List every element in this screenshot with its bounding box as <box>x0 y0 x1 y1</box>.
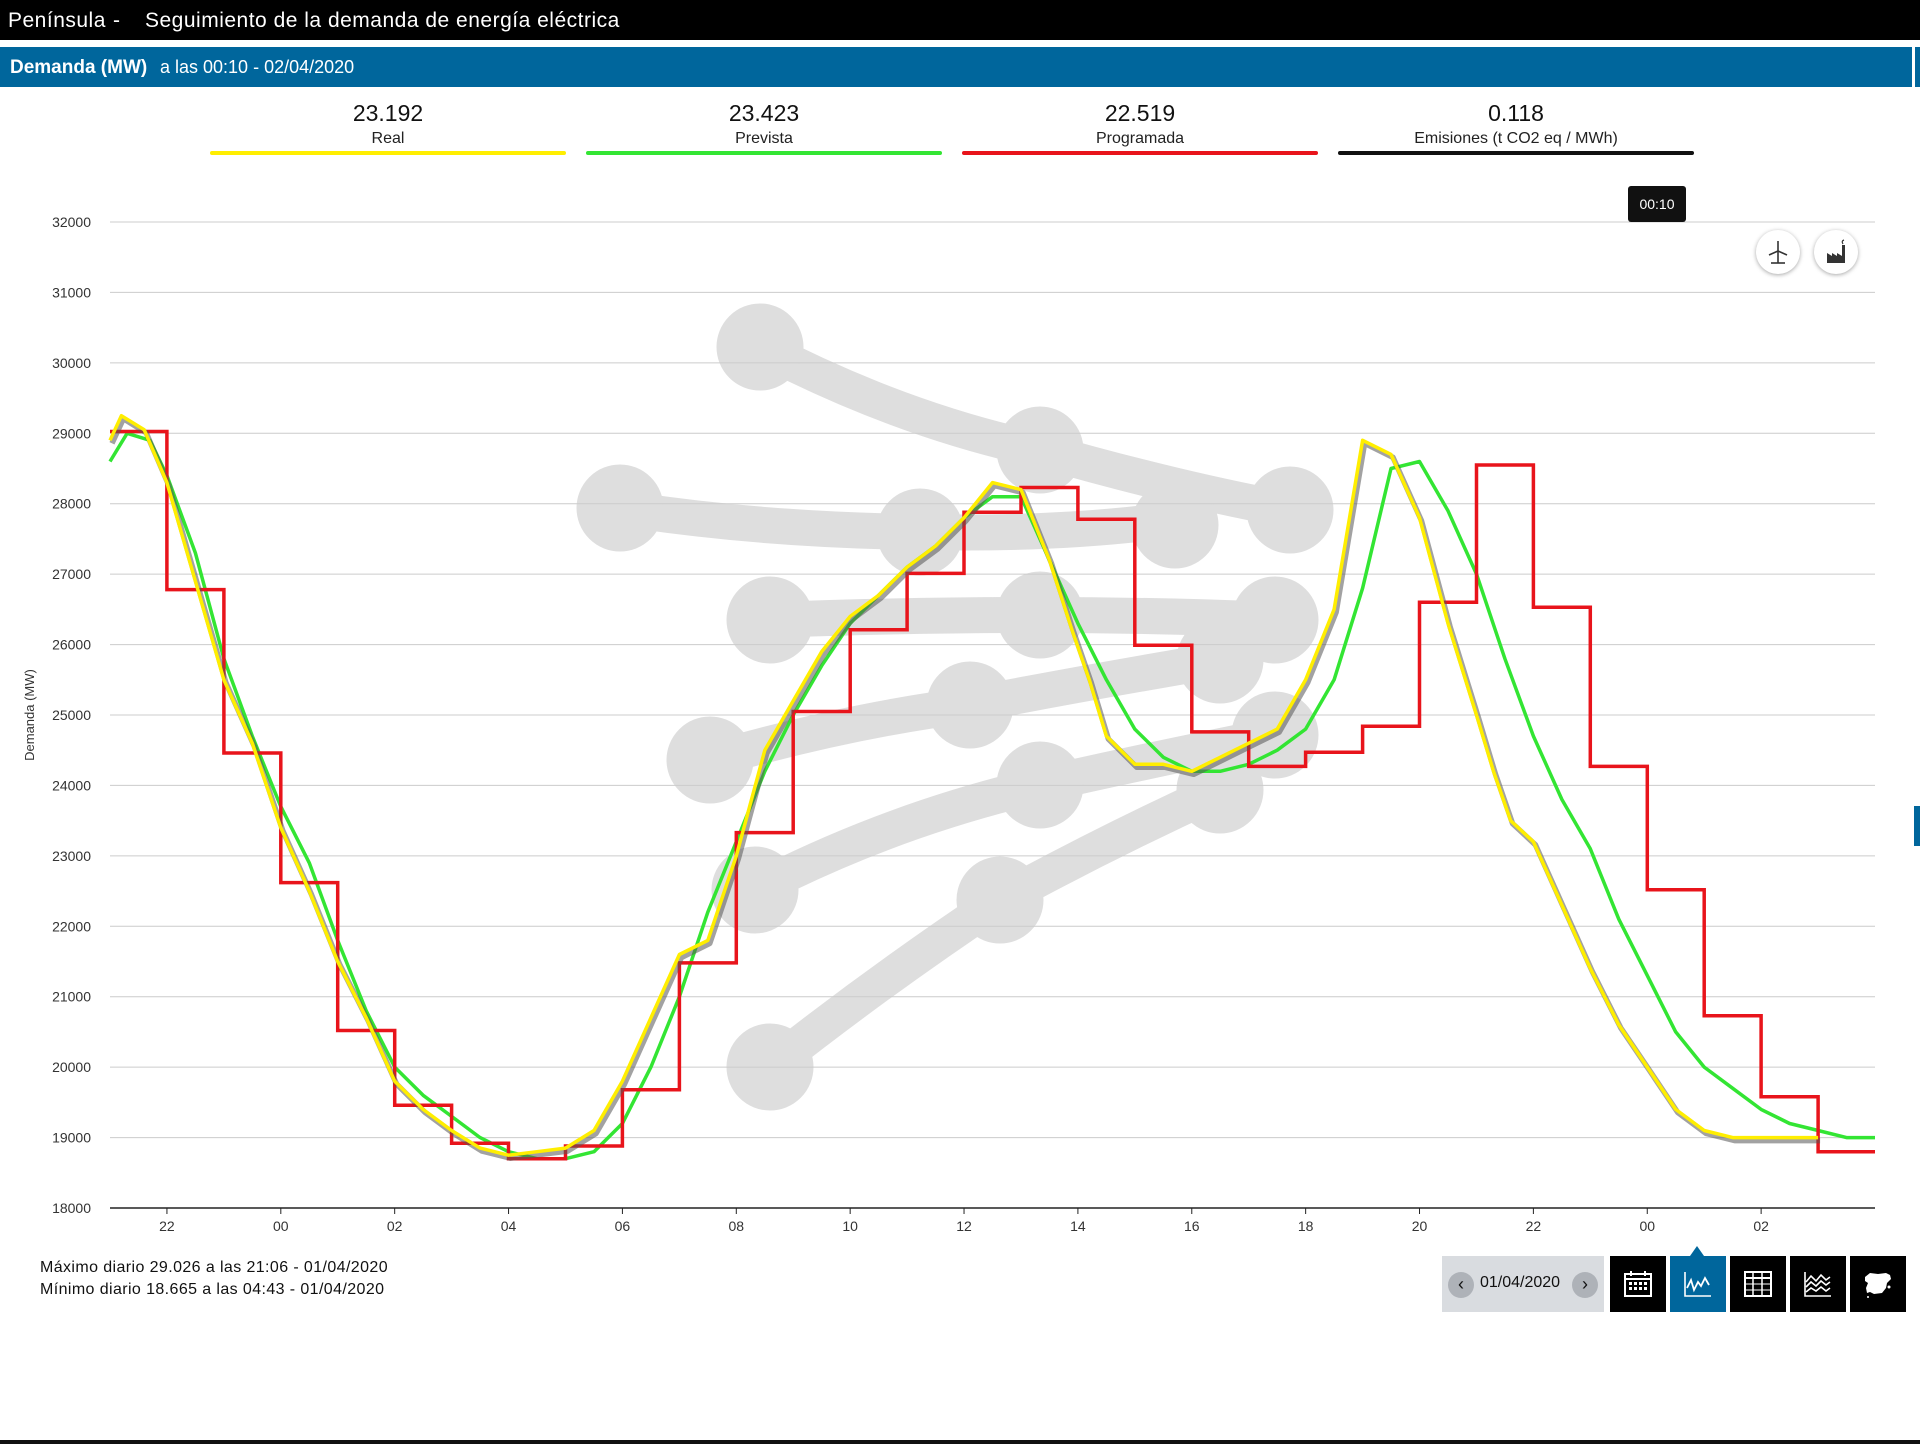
y-tick-label: 30000 <box>52 355 91 371</box>
x-tick-label: 08 <box>729 1218 745 1234</box>
kpi-programada-line <box>962 151 1318 155</box>
x-tick-label: 12 <box>956 1218 972 1234</box>
demand-time: a las 00:10 - 02/04/2020 <box>160 57 355 77</box>
y-tick-label: 21000 <box>52 989 91 1005</box>
y-tick-label: 19000 <box>52 1130 91 1146</box>
demand-header: Demanda (MW) a las 00:10 - 02/04/2020 <box>0 47 1912 87</box>
spain-map-icon <box>1865 1273 1891 1298</box>
demand-chart[interactable]: 32000 31000 30000 29000 28000 27000 26000 25000… <box>0 160 1920 1240</box>
page-title: Seguimiento de la demanda de energía elé… <box>145 9 620 32</box>
y-tick-label: 26000 <box>52 637 91 653</box>
line-chart-icon <box>1684 1272 1711 1297</box>
x-tick-label: 00 <box>273 1218 289 1234</box>
region-name: Península <box>8 9 106 32</box>
calendar-icon <box>1624 1271 1652 1297</box>
y-tick-label: 32000 <box>52 214 91 230</box>
kpi-prevista[interactable]: 23.423 Prevista <box>586 98 942 158</box>
active-view-indicator <box>1690 1246 1704 1256</box>
y-tick-label: 23000 <box>52 848 91 864</box>
x-tick-label: 16 <box>1184 1218 1200 1234</box>
x-tick-label: 22 <box>159 1218 175 1234</box>
kpi-prevista-line <box>586 151 942 155</box>
kpi-emisiones-value: 0.118 <box>1488 100 1544 126</box>
x-tick-label: 20 <box>1412 1218 1428 1234</box>
factory-icon <box>1827 239 1845 263</box>
bottom-border <box>0 1440 1920 1444</box>
chart-grid <box>110 221 1875 1209</box>
calendar-view-button[interactable] <box>1610 1256 1666 1312</box>
selected-date[interactable]: 01/04/2020 <box>1480 1274 1560 1292</box>
kpi-emisiones-line <box>1338 151 1694 155</box>
y-axis-label: Demanda (MW) <box>22 669 37 761</box>
wind-generation-button[interactable] <box>1756 230 1800 274</box>
kpi-prevista-label: Prevista <box>735 130 793 147</box>
y-tick-label: 31000 <box>52 284 91 300</box>
kpi-real[interactable]: 23.192 Real <box>210 98 566 158</box>
map-view-button[interactable] <box>1850 1256 1906 1312</box>
ree-logo-watermark <box>576 303 1334 1111</box>
kpi-programada-label: Programada <box>1095 130 1185 147</box>
emissions-button[interactable] <box>1814 230 1858 274</box>
kpi-emisiones[interactable]: 0.118 Emisiones (t CO2 eq / MWh) <box>1338 98 1694 158</box>
daily-max-text: Máximo diario 29.026 a las 21:06 - 01/04… <box>40 1259 388 1276</box>
time-tooltip: 00:10 <box>1628 186 1686 222</box>
y-tick-label: 25000 <box>52 707 91 723</box>
date-selector: ‹ 01/04/2020 › <box>1442 1256 1604 1312</box>
scroll-indicator-top <box>1915 47 1920 87</box>
title-separator: - <box>113 9 121 32</box>
table-icon <box>1744 1271 1772 1297</box>
x-tick-label: 10 <box>842 1218 858 1234</box>
y-tick-label: 29000 <box>52 425 91 441</box>
y-tick-label: 22000 <box>52 918 91 934</box>
x-tick-label: 06 <box>615 1218 631 1234</box>
kpi-programada[interactable]: 22.519 Programada <box>962 98 1318 158</box>
y-tick-label: 20000 <box>52 1059 91 1075</box>
kpi-real-value: 23.192 <box>352 100 424 126</box>
y-axis: 32000 31000 30000 29000 28000 27000 26000 25000… <box>52 214 91 1216</box>
top-bar: Península - Seguimiento de la demanda de… <box>0 0 1920 40</box>
table-view-button[interactable] <box>1730 1256 1786 1312</box>
kpi-prevista-value: 23.423 <box>728 100 800 126</box>
x-axis: 22 00 02 04 06 08 10 12 14 16 18 20 22 00 02 <box>159 1208 1769 1234</box>
x-tick-label: 02 <box>387 1218 403 1234</box>
x-tick-label: 22 <box>1526 1218 1542 1234</box>
y-tick-label: 18000 <box>52 1200 91 1216</box>
x-tick-label: 18 <box>1298 1218 1314 1234</box>
area-chart-view-button[interactable] <box>1790 1256 1846 1312</box>
line-chart-view-button[interactable] <box>1670 1256 1726 1312</box>
demand-label: Demanda (MW) <box>10 57 148 78</box>
wind-turbine-icon <box>1768 241 1788 264</box>
kpi-programada-value: 22.519 <box>1104 100 1176 126</box>
daily-min-text: Mínimo diario 18.665 a las 04:43 - 01/04… <box>40 1281 385 1298</box>
x-tick-label: 00 <box>1639 1218 1655 1234</box>
kpi-real-label: Real <box>371 130 405 147</box>
y-tick-label: 24000 <box>52 777 91 793</box>
previous-day-button[interactable]: ‹ <box>1448 1272 1474 1298</box>
y-tick-label: 27000 <box>52 566 91 582</box>
x-tick-label: 02 <box>1753 1218 1769 1234</box>
x-tick-label: 14 <box>1070 1218 1086 1234</box>
next-day-button[interactable]: › <box>1572 1272 1598 1298</box>
kpi-real-line <box>210 151 566 155</box>
kpi-emisiones-label: Emisiones (t CO2 eq / MWh) <box>1414 130 1618 147</box>
y-tick-label: 28000 <box>52 496 91 512</box>
area-chart-icon <box>1804 1272 1831 1297</box>
x-tick-label: 04 <box>501 1218 517 1234</box>
